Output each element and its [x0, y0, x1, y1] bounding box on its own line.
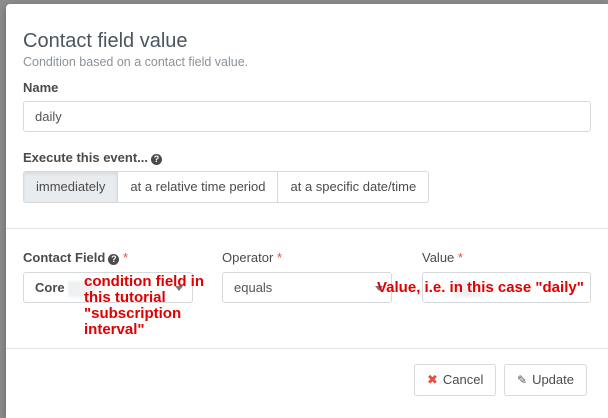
option-immediately[interactable]: immediately [24, 172, 119, 202]
required-mark: * [276, 250, 282, 265]
close-icon: ✖ [427, 372, 438, 387]
operator-select[interactable]: equals [222, 272, 392, 303]
option-specific-date[interactable]: at a specific date/time [278, 172, 429, 202]
cancel-label: Cancel [442, 372, 484, 387]
update-button[interactable]: ✎ Update [504, 364, 587, 396]
modal-header: Contact field value Condition based on a… [23, 30, 248, 69]
footer-divider [6, 348, 608, 349]
pencil-icon: ✎ [517, 373, 528, 387]
contact-field-value: Core [35, 280, 65, 295]
name-input[interactable]: daily [23, 101, 591, 132]
execute-options: immediately at a relative time period at… [23, 171, 430, 203]
operator-value: equals [234, 280, 273, 295]
contact-field-label: Contact Field? * [23, 250, 128, 265]
question-icon[interactable]: ? [151, 154, 162, 165]
update-label: Update [532, 372, 574, 387]
operator-label: Operator * [222, 250, 282, 265]
required-mark: * [122, 250, 129, 265]
contact-field-label-text: Contact Field [23, 250, 106, 265]
section-divider [6, 228, 608, 229]
modal-title: Contact field value [23, 30, 188, 52]
contact-field-value-modal: Contact field value Condition based on a… [6, 4, 608, 418]
operator-label-text: Operator [222, 250, 274, 265]
value-annotation: Value, i.e. in this case "daily" [377, 279, 584, 296]
question-icon[interactable]: ? [108, 254, 120, 265]
contact-field-annotation: condition field in this tutorial "subscr… [84, 273, 204, 338]
option-relative-time[interactable]: at a relative time period [118, 172, 279, 202]
modal-subtitle: Condition based on a contact field value… [23, 55, 249, 69]
required-mark: * [457, 250, 463, 265]
execute-label: Execute this event...? [23, 150, 162, 165]
name-label: Name [23, 80, 59, 95]
value-label: Value * [422, 250, 463, 265]
cancel-button[interactable]: ✖ Cancel [414, 364, 497, 396]
execute-label-text: Execute this event... [23, 150, 148, 165]
value-label-text: Value [422, 250, 455, 265]
